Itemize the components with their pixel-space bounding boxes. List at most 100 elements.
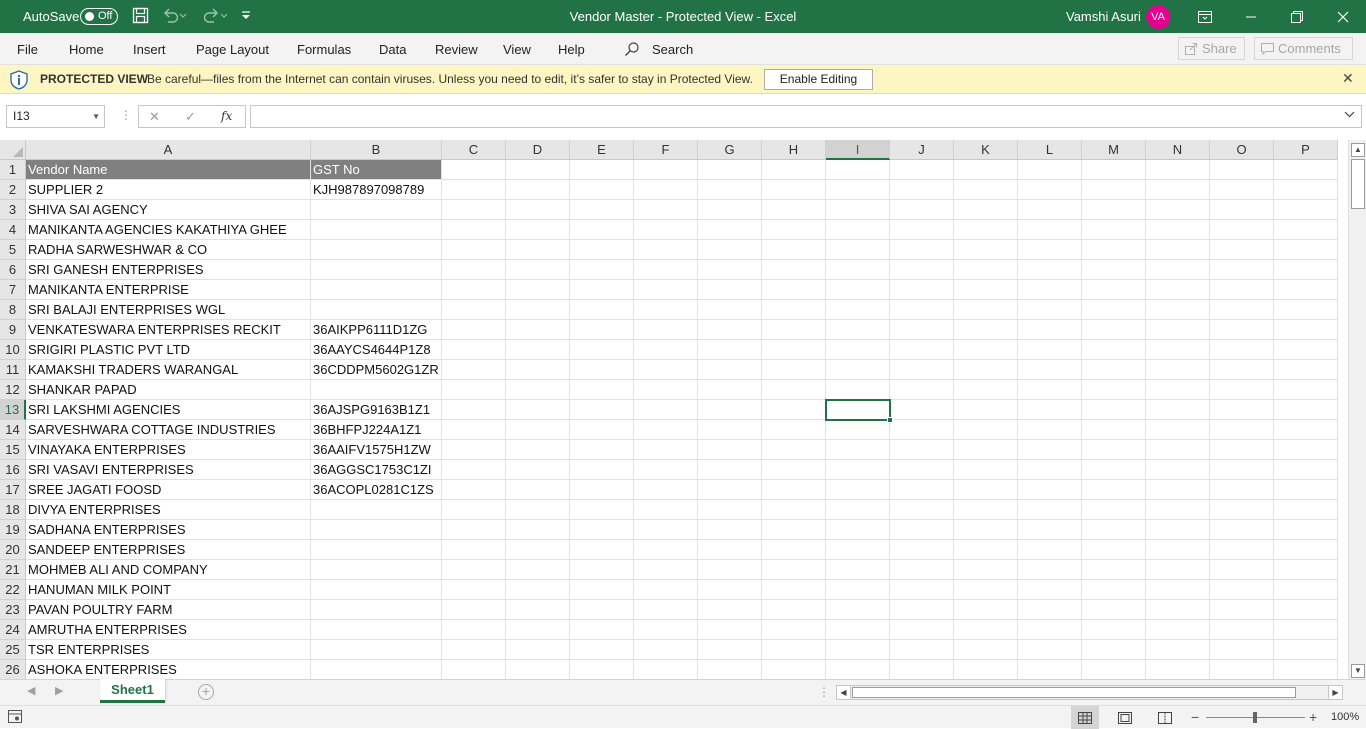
table-cell[interactable]	[506, 600, 570, 620]
table-cell[interactable]	[1018, 420, 1082, 440]
table-cell[interactable]	[954, 220, 1018, 240]
table-cell[interactable]	[1146, 420, 1210, 440]
table-cell[interactable]	[954, 580, 1018, 600]
vendor-name-cell[interactable]: SRI BALAJI ENTERPRISES WGL	[26, 300, 311, 320]
table-cell[interactable]	[1210, 460, 1274, 480]
table-cell[interactable]	[954, 620, 1018, 640]
save-icon[interactable]	[132, 7, 149, 29]
row-header[interactable]: 6	[0, 260, 26, 280]
table-cell[interactable]	[698, 480, 762, 500]
table-cell[interactable]	[698, 300, 762, 320]
table-cell[interactable]	[442, 580, 506, 600]
chevron-down-icon[interactable]: ▼	[92, 106, 100, 127]
horizontal-scrollbar[interactable]: ◀ ▶	[836, 685, 1343, 700]
table-cell[interactable]	[762, 340, 826, 360]
table-cell[interactable]	[826, 600, 890, 620]
table-cell[interactable]	[442, 200, 506, 220]
vendor-name-cell[interactable]: DIVYA ENTERPRISES	[26, 500, 311, 520]
table-cell[interactable]	[1274, 620, 1338, 640]
table-cell[interactable]	[570, 420, 634, 440]
gst-no-cell[interactable]	[311, 560, 442, 580]
table-cell[interactable]	[890, 540, 954, 560]
table-cell[interactable]	[634, 620, 698, 640]
gst-no-cell[interactable]	[311, 380, 442, 400]
table-cell[interactable]	[1210, 280, 1274, 300]
table-cell[interactable]	[1082, 180, 1146, 200]
table-cell[interactable]	[1210, 600, 1274, 620]
table-cell[interactable]	[634, 180, 698, 200]
table-cell[interactable]	[634, 660, 698, 680]
table-cell[interactable]	[762, 260, 826, 280]
column-header[interactable]: N	[1146, 140, 1210, 160]
vendor-name-cell[interactable]: SHIVA SAI AGENCY	[26, 200, 311, 220]
table-cell[interactable]	[506, 500, 570, 520]
table-cell[interactable]	[1146, 160, 1210, 180]
row-header[interactable]: 7	[0, 280, 26, 300]
table-cell[interactable]	[506, 460, 570, 480]
table-cell[interactable]	[762, 440, 826, 460]
table-cell[interactable]	[826, 580, 890, 600]
tab-home[interactable]: Home	[69, 42, 104, 57]
table-cell[interactable]	[1018, 620, 1082, 640]
table-cell[interactable]	[890, 440, 954, 460]
table-cell[interactable]	[570, 300, 634, 320]
table-cell[interactable]	[570, 360, 634, 380]
row-header[interactable]: 20	[0, 540, 26, 560]
table-cell[interactable]	[1210, 320, 1274, 340]
user-name[interactable]: Vamshi Asuri	[1066, 9, 1141, 24]
avatar[interactable]: VA	[1146, 5, 1170, 29]
table-cell[interactable]	[762, 480, 826, 500]
table-cell[interactable]	[1146, 600, 1210, 620]
table-cell[interactable]	[634, 420, 698, 440]
tab-data[interactable]: Data	[379, 42, 406, 57]
table-cell[interactable]	[442, 260, 506, 280]
table-cell[interactable]	[442, 280, 506, 300]
table-cell[interactable]	[1146, 280, 1210, 300]
table-cell[interactable]	[1210, 640, 1274, 660]
gst-no-cell[interactable]	[311, 240, 442, 260]
table-cell[interactable]	[1018, 580, 1082, 600]
table-cell[interactable]	[570, 320, 634, 340]
table-cell[interactable]	[1210, 180, 1274, 200]
vendor-name-cell[interactable]: SANDEEP ENTERPRISES	[26, 540, 311, 560]
table-cell[interactable]	[890, 240, 954, 260]
column-header[interactable]: B	[311, 140, 442, 160]
table-cell[interactable]	[826, 320, 890, 340]
table-cell[interactable]	[826, 440, 890, 460]
table-cell[interactable]	[570, 160, 634, 180]
table-cell[interactable]	[1274, 600, 1338, 620]
table-cell[interactable]	[826, 160, 890, 180]
table-cell[interactable]	[1018, 280, 1082, 300]
table-cell[interactable]	[1018, 540, 1082, 560]
table-cell[interactable]	[826, 420, 890, 440]
autosave-toggle[interactable]: Off	[80, 8, 118, 25]
column-header[interactable]: H	[762, 140, 826, 160]
table-cell[interactable]	[442, 480, 506, 500]
table-cell[interactable]	[634, 560, 698, 580]
table-cell[interactable]	[506, 440, 570, 460]
table-cell[interactable]	[890, 340, 954, 360]
table-cell[interactable]	[570, 380, 634, 400]
table-cell[interactable]	[890, 320, 954, 340]
vendor-name-cell[interactable]: HANUMAN MILK POINT	[26, 580, 311, 600]
gst-no-cell[interactable]	[311, 520, 442, 540]
scroll-up-icon[interactable]: ▲	[1351, 143, 1365, 157]
row-header[interactable]: 10	[0, 340, 26, 360]
table-cell[interactable]	[890, 280, 954, 300]
gst-no-cell[interactable]: 36AGGSC1753C1ZI	[311, 460, 442, 480]
gst-no-cell[interactable]: KJH987897098789	[311, 180, 442, 200]
table-cell[interactable]	[634, 640, 698, 660]
table-cell[interactable]	[890, 380, 954, 400]
table-cell[interactable]	[762, 500, 826, 520]
row-header[interactable]: 11	[0, 360, 26, 380]
table-cell[interactable]	[506, 660, 570, 680]
gst-no-cell[interactable]: 36ACOPL0281C1ZS	[311, 480, 442, 500]
table-cell[interactable]	[1082, 580, 1146, 600]
table-cell[interactable]	[1146, 240, 1210, 260]
table-cell[interactable]	[1082, 380, 1146, 400]
table-cell[interactable]	[1210, 400, 1274, 420]
table-cell[interactable]	[954, 600, 1018, 620]
row-header[interactable]: 1	[0, 160, 26, 180]
enable-editing-button[interactable]: Enable Editing	[764, 69, 873, 90]
add-sheet-icon[interactable]: +	[198, 684, 214, 700]
